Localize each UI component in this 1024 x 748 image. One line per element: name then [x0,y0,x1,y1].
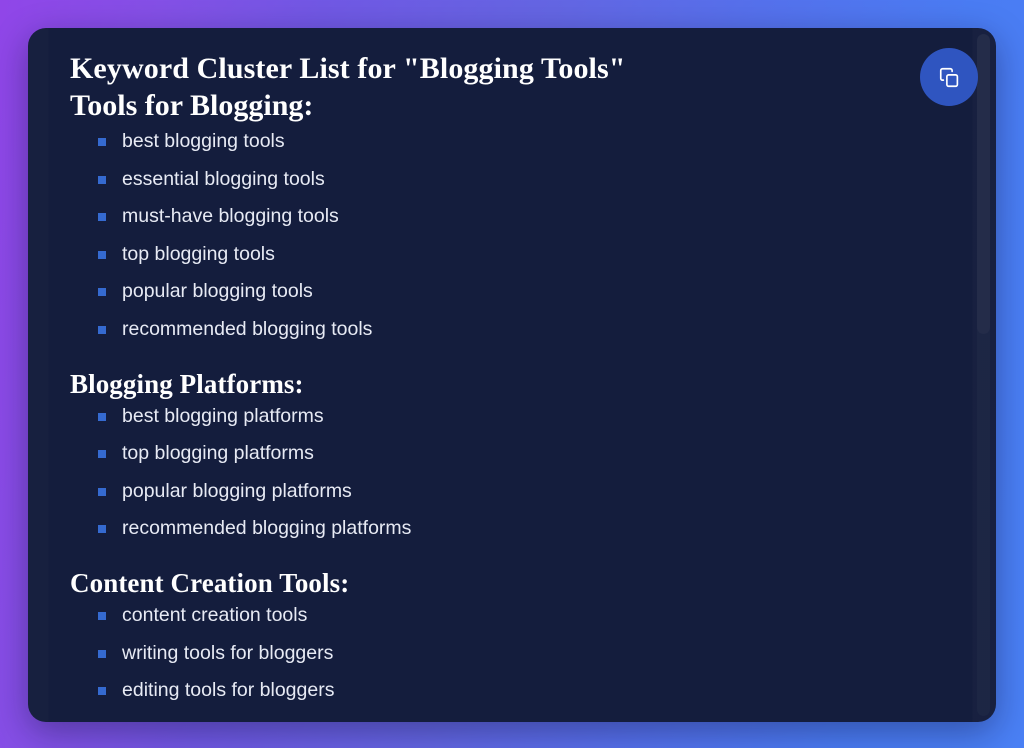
bullet-square-icon [98,250,106,259]
keyword-text: top blogging tools [122,242,275,265]
keyword-text: best blogging platforms [122,404,324,427]
list-item[interactable]: must-have blogging tools [98,205,940,228]
list-item[interactable]: best blogging platforms [98,405,940,428]
list-item[interactable]: top blogging tools [98,243,940,266]
bullet-square-icon [98,525,106,533]
bullet-square-icon [98,687,106,695]
keyword-text: recommended blogging tools [122,317,373,340]
bullet-square-icon [98,213,106,221]
list-item[interactable]: popular blogging tools [98,280,940,303]
section-heading-blogging-platforms: Blogging Platforms: [70,368,304,399]
keyword-list-tools-for-blogging: best blogging tools essential blogging t… [70,130,940,341]
bullet-square-icon [98,612,106,620]
bullet-square-icon [98,450,106,458]
keyword-list-content-creation-tools: content creation tools writing tools for… [70,604,940,702]
keyword-text: essential blogging tools [122,167,325,190]
keyword-text: best blogging tools [122,130,285,152]
copy-icon [939,67,960,88]
list-item[interactable]: recommended blogging tools [98,318,940,341]
section-heading-content-creation-tools: Content Creation Tools: [70,568,350,598]
page-title: Keyword Cluster List for "Blogging Tools… [70,52,626,85]
keyword-text: popular blogging tools [122,280,313,302]
bullet-square-icon [98,175,106,184]
bullet-square-icon [98,412,106,421]
list-item[interactable]: writing tools for bloggers [98,642,940,665]
section-tools-for-blogging: Tools for Blogging: best blogging tools … [70,87,940,341]
section-heading-tools-for-blogging: Tools for Blogging: [70,89,314,122]
bullet-square-icon [98,649,106,658]
bullet-square-icon [98,487,106,496]
keyword-text: editing tools for bloggers [122,679,335,701]
section-blogging-platforms: Blogging Platforms: best blogging platfo… [70,367,940,541]
keyword-list-blogging-platforms: best blogging platforms top blogging pla… [70,405,940,541]
scrollbar-thumb[interactable] [977,34,990,334]
result-card: Keyword Cluster List for "Blogging Tools… [28,28,996,722]
vertical-scrollbar[interactable] [977,34,990,716]
keyword-text: top blogging platforms [122,442,314,464]
section-content-creation-tools: Content Creation Tools: content creation… [70,566,940,702]
keyword-text: must-have blogging tools [122,205,339,227]
list-item[interactable]: popular blogging platforms [98,480,940,503]
list-item[interactable]: recommended blogging platforms [98,517,940,540]
list-item[interactable]: best blogging tools [98,130,940,153]
keyword-text: recommended blogging platforms [122,517,412,539]
list-item[interactable]: content creation tools [98,604,940,627]
bullet-square-icon [98,288,106,296]
list-item[interactable]: editing tools for bloggers [98,679,940,702]
copy-button[interactable] [920,48,978,106]
list-item[interactable]: top blogging platforms [98,442,940,465]
list-item[interactable]: essential blogging tools [98,168,940,191]
keyword-text: writing tools for bloggers [122,641,334,664]
keyword-text: popular blogging platforms [122,479,352,502]
keyword-cluster-scroll-area[interactable]: Keyword Cluster List for "Blogging Tools… [28,28,996,722]
bullet-square-icon [98,138,106,146]
bullet-square-icon [98,325,106,334]
keyword-text: content creation tools [122,604,308,626]
